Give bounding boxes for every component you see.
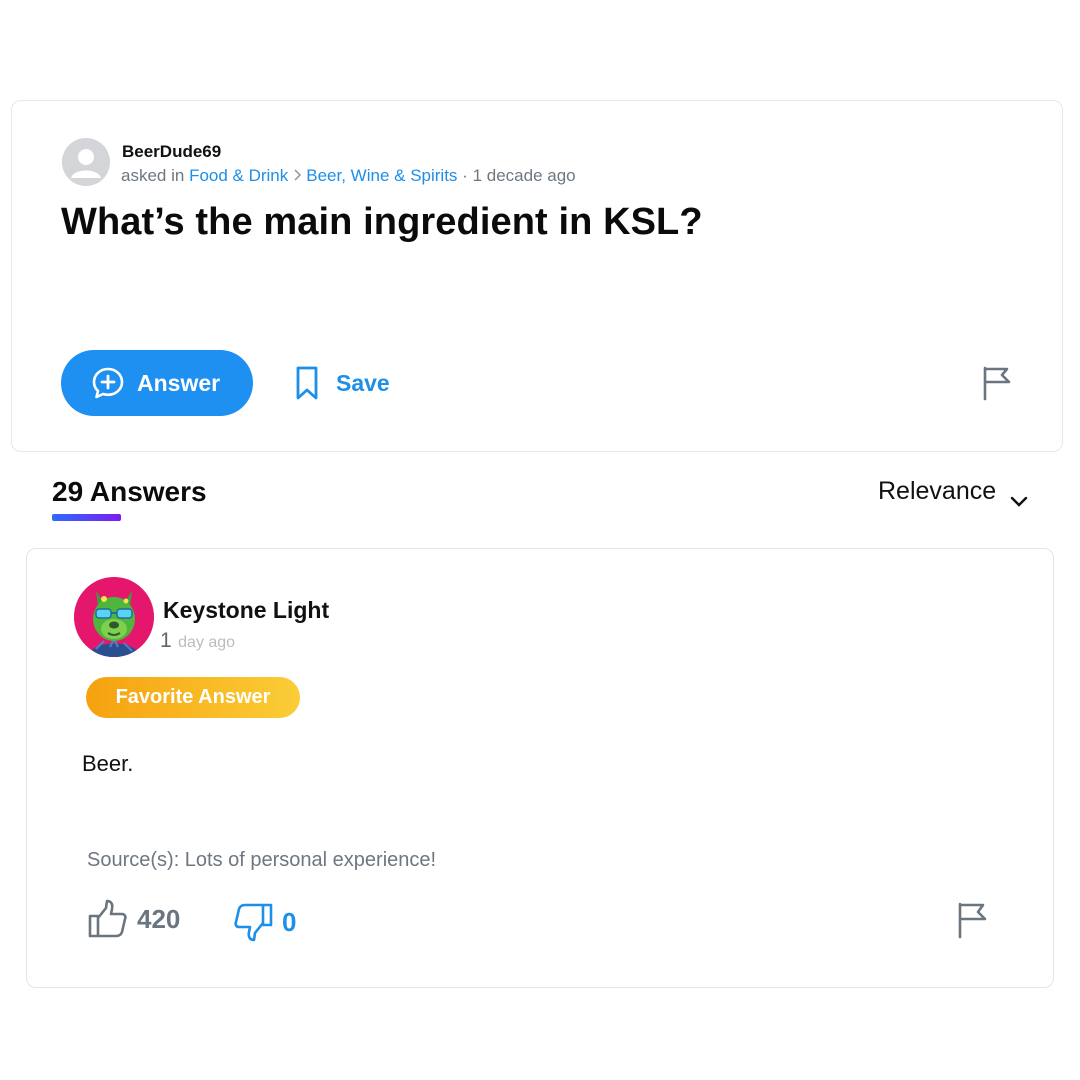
breadcrumb-chevron-icon (292, 166, 302, 186)
answer-body: Beer. (82, 751, 134, 776)
sort-dropdown[interactable]: Relevance (878, 477, 1028, 507)
category-link[interactable]: Food & Drink (189, 166, 288, 185)
answer-author[interactable]: Keystone Light (163, 597, 329, 624)
upvote-count: 420 (137, 903, 181, 934)
asked-in-label: asked in (121, 166, 185, 185)
save-button-label: Save (336, 369, 390, 396)
answer-card: Keystone Light 1 day ago Favorite Answer… (26, 548, 1054, 988)
answer-button-label: Answer (137, 369, 221, 396)
user-avatar-icon[interactable] (62, 138, 110, 186)
thumbs-down-icon (232, 901, 274, 943)
answer-time-number: 1 (160, 629, 172, 652)
question-author[interactable]: BeerDude69 (122, 142, 221, 162)
downvote-button[interactable]: 0 (232, 901, 296, 943)
sort-label: Relevance (878, 477, 997, 505)
question-meta: asked in Food & Drink Beer, Wine & Spiri… (121, 166, 576, 186)
downvote-count: 0 (282, 906, 297, 937)
bookmark-icon (294, 365, 320, 401)
report-flag-icon[interactable] (955, 901, 991, 939)
thumbs-up-icon (87, 898, 129, 940)
subcategory-link[interactable]: Beer, Wine & Spirits (306, 166, 457, 185)
question-time: 1 decade ago (472, 166, 576, 185)
answer-time-rest: day ago (178, 634, 236, 651)
answer-source: Source(s): Lots of personal experience! (87, 849, 437, 871)
chevron-down-icon (1010, 486, 1028, 507)
answers-count: 29 Answers (52, 476, 207, 507)
answers-tab-underline (52, 514, 121, 521)
upvote-button[interactable]: 420 (87, 898, 180, 940)
meta-separator: · (462, 166, 468, 185)
question-title: What’s the main ingredient in KSL? (61, 201, 703, 243)
question-card: BeerDude69 asked in Food & Drink Beer, W… (11, 100, 1063, 452)
report-flag-icon[interactable] (980, 365, 1014, 401)
bulldog-avatar-icon[interactable] (74, 577, 154, 657)
favorite-answer-badge: Favorite Answer (86, 677, 300, 718)
answer-button[interactable]: Answer (61, 350, 253, 416)
save-button[interactable]: Save (294, 361, 390, 405)
add-comment-icon (91, 366, 125, 400)
answer-time: 1 day ago (160, 629, 235, 653)
page: BeerDude69 asked in Food & Drink Beer, W… (0, 0, 1080, 1080)
